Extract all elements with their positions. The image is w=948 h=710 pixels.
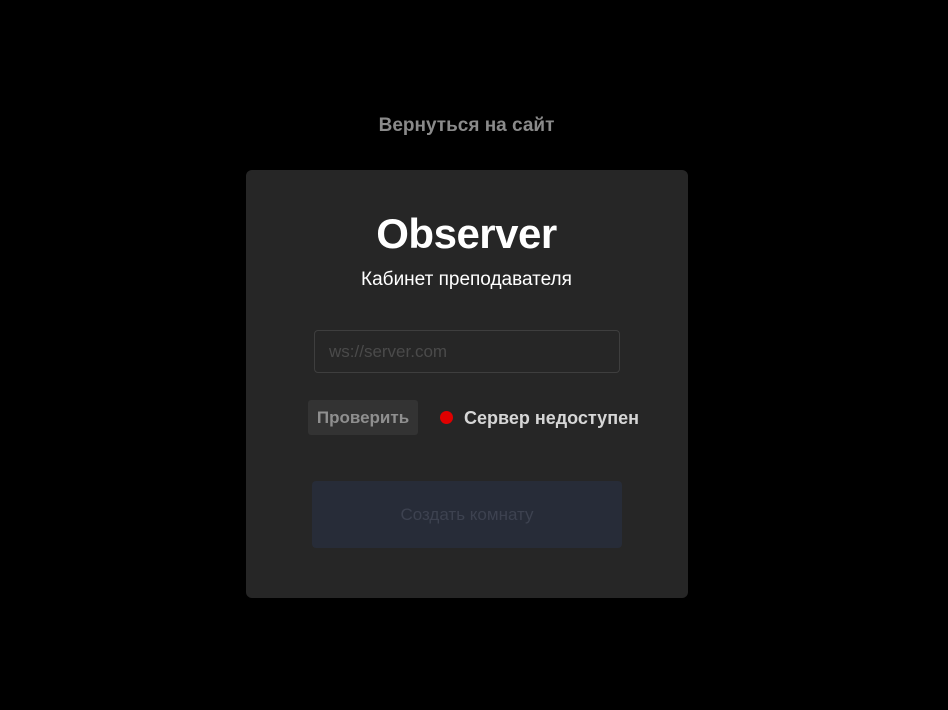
- create-room-button[interactable]: Создать комнату: [312, 481, 622, 548]
- page-subtitle: Кабинет преподавателя: [361, 269, 572, 290]
- page: Вернуться на сайт Observer Кабинет препо…: [0, 0, 948, 710]
- server-status-text: Сервер недоступен: [464, 408, 639, 428]
- status-indicator-icon: [440, 411, 453, 424]
- back-to-site-link[interactable]: Вернуться на сайт: [0, 113, 933, 139]
- server-url-input[interactable]: [314, 330, 620, 373]
- app-logo: Observer: [376, 210, 557, 257]
- check-server-button[interactable]: Проверить: [308, 400, 418, 435]
